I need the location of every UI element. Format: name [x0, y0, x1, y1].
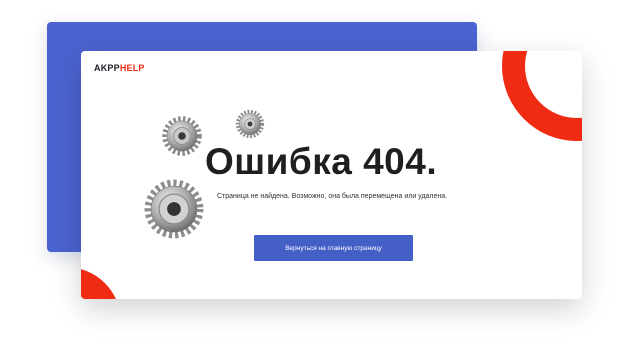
error-message: Страница не найдена. Возможно, она была … [217, 193, 448, 200]
logo-text-accent: HELP [119, 63, 145, 73]
page-stage: AKPPHELP Ошибка 404. Страница не найдена… [0, 0, 617, 360]
logo-text-primary: AKPP [94, 63, 120, 73]
gear-icon [144, 179, 204, 239]
gear-icon [235, 109, 265, 139]
decorative-arc-top-right [502, 51, 582, 141]
error-page-window: AKPPHELP Ошибка 404. Страница не найдена… [81, 51, 582, 299]
site-logo[interactable]: AKPPHELP [94, 63, 145, 73]
gear-icon [162, 116, 202, 156]
go-home-button[interactable]: Вернуться на главную страницу [254, 235, 413, 261]
decorative-arc-bottom-left [81, 267, 121, 299]
error-title: Ошибка 404. [205, 141, 438, 182]
